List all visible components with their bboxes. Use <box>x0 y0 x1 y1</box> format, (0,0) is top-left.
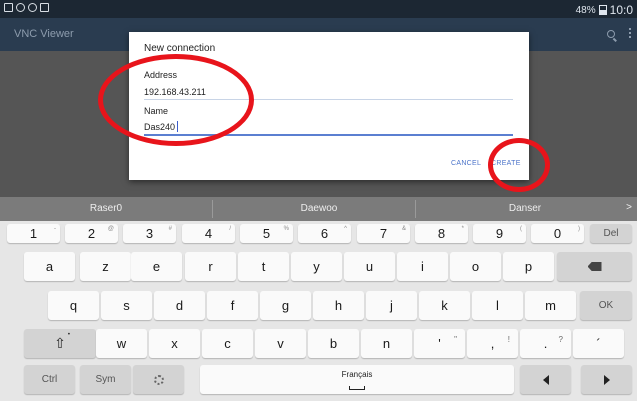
suggestion-divider <box>415 200 416 218</box>
space-icon <box>349 386 365 390</box>
soft-keyboard: Raser0 Daewoo Danser > 1- 2 @ 3 # 4/ 5% 6 ^… <box>0 197 637 401</box>
wifi-icon <box>28 3 37 12</box>
name-underline <box>144 134 513 136</box>
key-3[interactable]: 3 # <box>123 224 176 243</box>
key-1[interactable]: 1- <box>7 224 60 243</box>
cancel-button[interactable]: CANCEL <box>451 160 481 167</box>
more-vert-icon[interactable] <box>629 28 631 38</box>
key-h[interactable]: h <box>313 291 364 320</box>
key-d[interactable]: d <box>154 291 205 320</box>
key-0[interactable]: 0) <box>531 224 584 243</box>
clock: 10:0 <box>609 3 633 17</box>
settings-key[interactable] <box>133 365 184 394</box>
key-z[interactable]: z <box>80 252 131 281</box>
shift-key[interactable]: ⇧ • <box>24 329 96 358</box>
arrow-left-icon <box>542 374 549 385</box>
key-f[interactable]: f <box>207 291 258 320</box>
text-caret <box>177 121 178 132</box>
ok-key[interactable]: OK <box>580 291 632 320</box>
key-5[interactable]: 5% <box>240 224 293 243</box>
address-label: Address <box>144 70 178 80</box>
key-g[interactable]: g <box>260 291 311 320</box>
suggestion-1[interactable]: Raser0 <box>6 203 206 214</box>
battery-percent: 48% <box>575 4 596 16</box>
cursor-right-key[interactable] <box>581 365 632 394</box>
name-label: Name <box>144 106 169 116</box>
key-y[interactable]: y <box>291 252 342 281</box>
key-8[interactable]: 8 * <box>415 224 468 243</box>
key-apostrophe[interactable]: ' " <box>414 329 465 358</box>
message-notification-icon <box>40 3 49 12</box>
key-6[interactable]: 6 ^ <box>298 224 351 243</box>
address-underline <box>144 99 513 100</box>
suggestion-3[interactable]: Danser <box>425 203 625 214</box>
key-j[interactable]: j <box>366 291 417 320</box>
key-4[interactable]: 4/ <box>182 224 235 243</box>
backspace-key[interactable] <box>557 252 632 281</box>
key-comma[interactable]: ,! <box>467 329 518 358</box>
space-key[interactable]: Français <box>200 365 514 394</box>
dialog-title: New connection <box>144 43 216 54</box>
suggestion-2[interactable]: Daewoo <box>219 203 419 214</box>
cloud-notification-icon <box>16 3 25 12</box>
key-period[interactable]: .? <box>520 329 571 358</box>
key-k[interactable]: k <box>419 291 470 320</box>
name-input[interactable] <box>144 120 184 134</box>
suggestion-bar: Raser0 Daewoo Danser > <box>0 197 637 221</box>
key-acute[interactable]: ´ <box>573 329 624 358</box>
cursor-left-key[interactable] <box>520 365 571 394</box>
key-u[interactable]: u <box>344 252 395 281</box>
key-x[interactable]: x <box>149 329 200 358</box>
space-language-label: Français <box>341 370 373 379</box>
new-connection-dialog: New connection Address Name CANCEL CREAT… <box>129 32 529 180</box>
battery-icon <box>598 5 607 15</box>
search-icon[interactable] <box>607 30 615 38</box>
key-v[interactable]: v <box>255 329 306 358</box>
create-button[interactable]: CREATE <box>491 160 521 167</box>
key-c[interactable]: c <box>202 329 253 358</box>
image-notification-icon <box>4 3 13 12</box>
del-key[interactable]: Del <box>590 224 632 243</box>
arrow-right-icon <box>603 374 610 385</box>
key-9[interactable]: 9( <box>473 224 526 243</box>
key-l[interactable]: l <box>472 291 523 320</box>
key-2[interactable]: 2 @ <box>65 224 118 243</box>
key-r[interactable]: r <box>185 252 236 281</box>
key-t[interactable]: t <box>238 252 289 281</box>
key-o[interactable]: o <box>450 252 501 281</box>
key-q[interactable]: q <box>48 291 99 320</box>
key-n[interactable]: n <box>361 329 412 358</box>
shift-icon: ⇧ <box>54 335 66 351</box>
key-a[interactable]: a <box>24 252 75 281</box>
chevron-right-icon[interactable]: > <box>626 202 632 213</box>
key-i[interactable]: i <box>397 252 448 281</box>
key-w[interactable]: w <box>96 329 147 358</box>
key-7[interactable]: 7 & <box>357 224 410 243</box>
sym-key[interactable]: Sym <box>80 365 131 394</box>
key-m[interactable]: m <box>525 291 576 320</box>
status-bar: 48% 10:0 <box>0 0 637 18</box>
key-e[interactable]: e <box>131 252 182 281</box>
backspace-icon <box>587 262 602 271</box>
key-p[interactable]: p <box>503 252 554 281</box>
notification-icons <box>4 3 49 12</box>
gear-icon <box>153 374 164 385</box>
address-input[interactable] <box>144 85 513 99</box>
suggestion-divider <box>212 200 213 218</box>
key-b[interactable]: b <box>308 329 359 358</box>
status-right: 48% 10:0 <box>576 3 633 17</box>
ctrl-key[interactable]: Ctrl <box>24 365 75 394</box>
key-s[interactable]: s <box>101 291 152 320</box>
app-title: VNC Viewer <box>14 28 74 40</box>
